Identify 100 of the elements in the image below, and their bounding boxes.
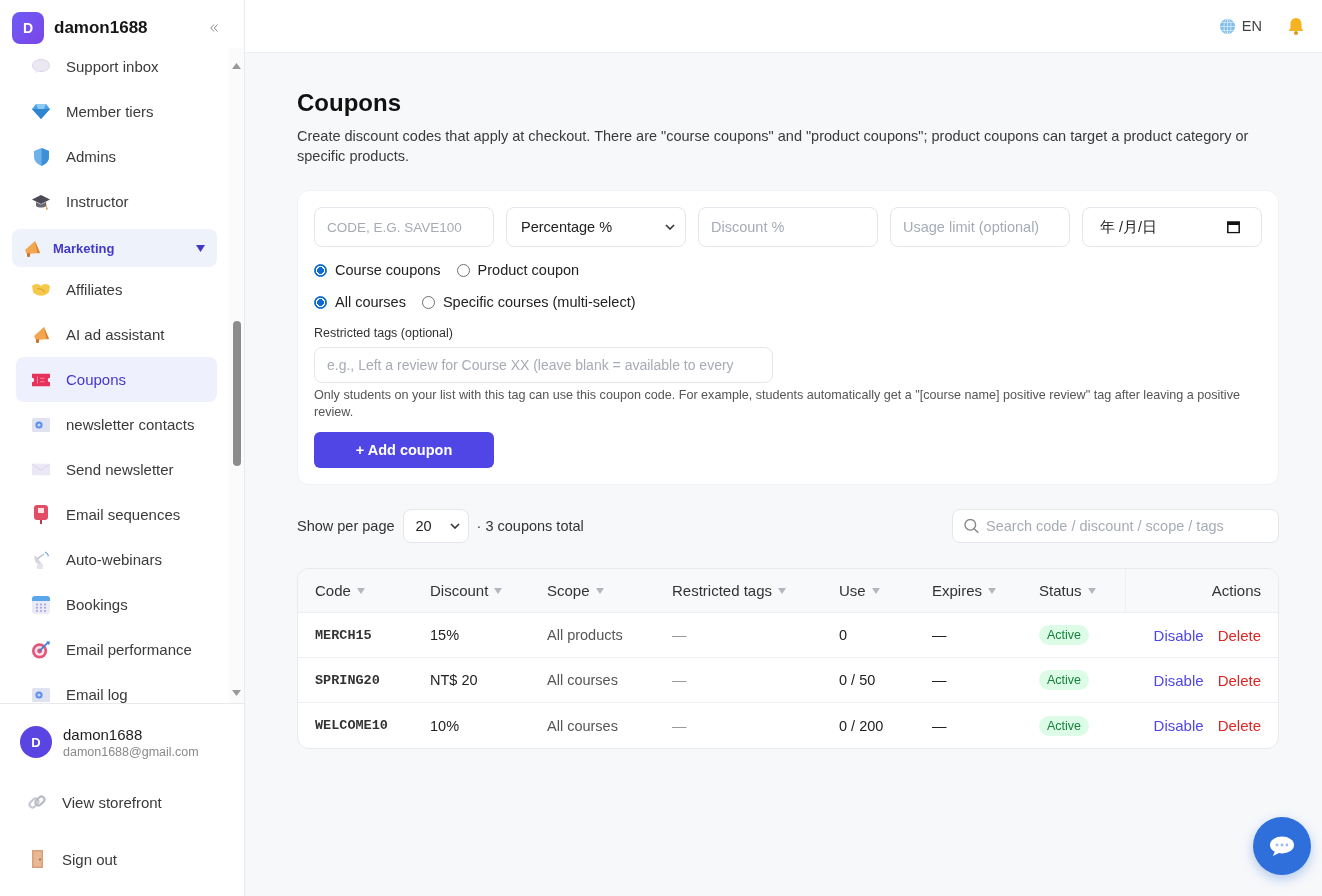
chevrons-left-icon: [210, 24, 218, 32]
column-header: Actions: [1125, 569, 1278, 612]
table-cell-text: —: [931, 671, 948, 690]
status-badge: Active: [1039, 670, 1090, 690]
nav-item[interactable]: Email performance: [16, 627, 217, 672]
radio-button[interactable]: [314, 295, 327, 309]
nav-item[interactable]: newsletter contacts: [16, 402, 217, 447]
table-cell-text: —: [931, 716, 948, 736]
chat-bubble-icon: [1270, 836, 1294, 856]
action-link[interactable]: Disable: [1153, 671, 1204, 689]
field-label: Restricted tags (optional): [314, 325, 454, 341]
scrollbar-thumb[interactable]: [232, 321, 241, 466]
gem-icon: [32, 104, 50, 119]
discount-type-select[interactable]: Percentage %: [506, 207, 686, 247]
action-link[interactable]: Disable: [1153, 626, 1204, 644]
postbox-icon: [34, 505, 48, 524]
user-avatar: D: [20, 726, 52, 758]
door-icon: [31, 850, 43, 868]
brand-avatar: D: [12, 12, 44, 44]
page-title: Coupons: [297, 88, 402, 118]
envelope-icon: [32, 463, 50, 476]
nav-item[interactable]: Bookings: [16, 582, 217, 627]
globe-icon: [1219, 18, 1235, 34]
table-cell-text: All courses: [546, 671, 619, 690]
table-cell-text: SPRING20: [314, 671, 381, 690]
table-cell-text: All products: [546, 626, 624, 645]
radio-button[interactable]: [314, 263, 327, 277]
language-button[interactable]: EN: [1219, 18, 1262, 34]
column-header[interactable]: Use: [822, 569, 915, 612]
search-icon: [964, 518, 979, 534]
table-cell-text: WELCOME10: [314, 717, 389, 735]
megaphone-icon: [32, 326, 50, 343]
column-header[interactable]: Scope: [530, 569, 655, 612]
link-icon: [28, 793, 46, 811]
radio-label[interactable]: All courses: [335, 294, 406, 310]
column-header[interactable]: Restricted tags: [655, 569, 822, 612]
date-input[interactable]: 年 /月/日: [1082, 207, 1262, 247]
table-cell-text: —: [671, 626, 688, 645]
calendar-icon: [32, 595, 50, 614]
table-cell-text: NT$ 20: [429, 671, 479, 690]
radio-button[interactable]: [456, 263, 470, 277]
shield-icon: [33, 147, 49, 166]
column-header[interactable]: Code: [298, 569, 413, 612]
nav-item[interactable]: Instructor: [16, 179, 217, 224]
nav-item[interactable]: Email log: [16, 672, 217, 703]
column-header[interactable]: Discount: [413, 569, 530, 612]
nav-item[interactable]: Admins: [16, 134, 217, 179]
table-cell-text: —: [671, 671, 688, 690]
nav-item[interactable]: AI ad assistant: [16, 312, 217, 357]
table-cell-text: 0: [838, 626, 849, 645]
restricted-tags-input[interactable]: e.g., Left a review for Course XX (leave blank = available to every: [314, 347, 773, 383]
status-badge: Active: [1039, 715, 1090, 736]
radio-label[interactable]: Specific courses (multi-select): [442, 294, 636, 310]
radio-button[interactable]: [421, 295, 435, 309]
chevron-down-icon: [449, 523, 460, 529]
nav-item[interactable]: Auto-webinars: [16, 537, 217, 582]
nav-item[interactable]: Member tiers: [16, 89, 217, 134]
per-page-label: Show per page: [297, 518, 395, 534]
notifications-button[interactable]: [1287, 17, 1305, 35]
action-link[interactable]: Delete: [1217, 671, 1261, 689]
nav-item[interactable]: Support inbox: [16, 48, 217, 89]
nav-item[interactable]: Send newsletter: [16, 447, 217, 492]
ticket-icon: [32, 372, 50, 387]
action-link[interactable]: Disable: [1153, 717, 1204, 734]
page-description: Create discount codes that apply at checkout. There are "course coupons" and "product coupons"; product coupons can target a product category or specific products.: [297, 127, 1250, 166]
sidebar-link[interactable]: View storefront: [0, 780, 244, 824]
add-coupon-button[interactable]: + Add coupon: [314, 432, 494, 468]
action-link[interactable]: Delete: [1217, 626, 1261, 644]
table-cell-text: 10%: [429, 716, 461, 736]
sidebar-link[interactable]: Sign out: [0, 837, 244, 881]
column-header[interactable]: Status: [1022, 569, 1125, 612]
speech-bubble-icon: [32, 59, 50, 74]
discount-input[interactable]: Discount %: [698, 207, 878, 247]
brand-name: damon1688: [54, 18, 148, 38]
table-cell-text: 15%: [429, 626, 461, 645]
table-cell-text: 0 / 200: [838, 716, 885, 736]
bell-icon: [1287, 17, 1305, 35]
contact-card-icon: [32, 417, 50, 432]
search-field[interactable]: Search code / discount / scope / tags: [952, 509, 1279, 543]
nav-group-header[interactable]: Marketing: [12, 229, 217, 267]
nav-item[interactable]: Coupons: [16, 357, 217, 402]
nav-item[interactable]: Email sequences: [16, 492, 217, 537]
user-email: damon1688@gmail.com: [63, 744, 199, 759]
help-text: Only students on your list with this tag can use this coupon code. For example, students automatically get a "[course name] positive review" tag after leaving a positive review.: [314, 387, 1241, 421]
radio-label[interactable]: Course coupons: [335, 262, 441, 278]
usage-limit-input[interactable]: Usage limit (optional): [890, 207, 1070, 247]
graduation-cap-icon: [32, 193, 50, 210]
handshake-icon: [32, 282, 50, 297]
table-cell-text: —: [931, 626, 948, 645]
nav-item[interactable]: Affiliates: [16, 267, 217, 312]
table-cell-text: MERCH15: [314, 626, 373, 645]
arrow-down-icon: [232, 690, 241, 696]
radio-label[interactable]: Product coupon: [477, 262, 580, 278]
arrow-up-icon: [232, 63, 241, 69]
table-cell-text: —: [671, 716, 688, 736]
column-header[interactable]: Expires: [915, 569, 1022, 612]
user-name: damon1688: [63, 725, 144, 743]
action-link[interactable]: Delete: [1217, 717, 1261, 734]
code-input[interactable]: CODE, E.G. SAVE100: [314, 207, 494, 247]
per-page-select[interactable]: 20: [402, 509, 469, 543]
